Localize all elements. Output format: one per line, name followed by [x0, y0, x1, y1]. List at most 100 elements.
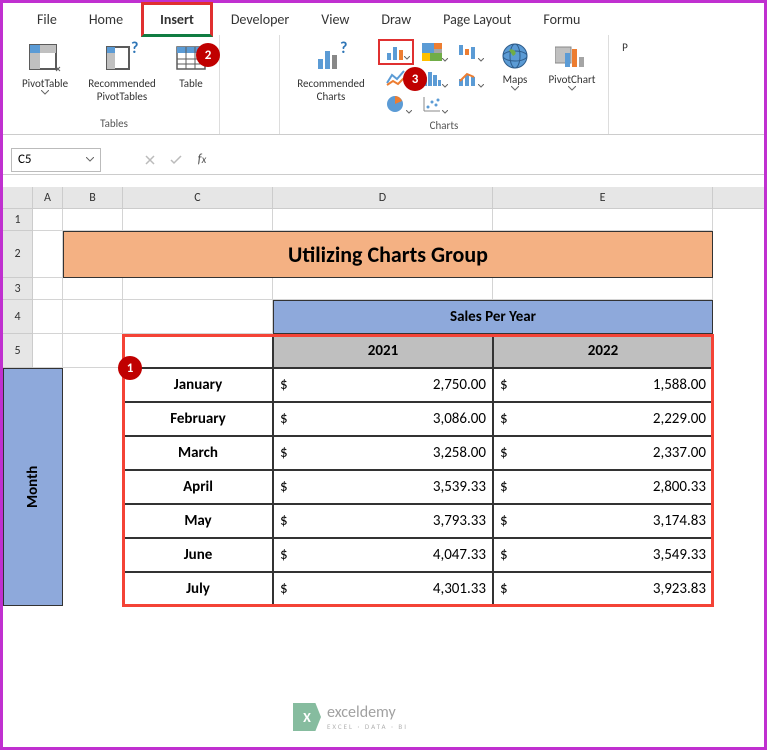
cell[interactable] [63, 278, 123, 300]
chevron-down-icon [86, 157, 94, 162]
cell[interactable] [63, 300, 123, 334]
insert-combo-chart-button[interactable] [450, 65, 486, 91]
cell[interactable] [33, 300, 63, 334]
month-cell[interactable]: February [123, 402, 273, 436]
cell[interactable] [123, 278, 273, 300]
formula-input[interactable] [215, 148, 764, 172]
value-cell[interactable]: $2,229.00 [493, 402, 713, 436]
col-header-A[interactable]: A [33, 187, 63, 208]
cell[interactable] [273, 209, 493, 231]
sales-header-cell[interactable]: Sales Per Year [273, 300, 713, 334]
value-cell[interactable]: $3,258.00 [273, 436, 493, 470]
value-cell[interactable]: $3,174.83 [493, 504, 713, 538]
tab-formulas[interactable]: Formu [527, 5, 596, 34]
insert-hierarchy-chart-button[interactable] [414, 39, 450, 65]
ribbon-group-charts-label: Charts [430, 117, 459, 134]
chevron-down-icon [511, 86, 519, 91]
cell[interactable] [33, 278, 63, 300]
watermark-name: exceldemy [327, 703, 408, 722]
cell[interactable] [123, 209, 273, 231]
cell[interactable] [63, 334, 123, 368]
recommended-charts-icon: ? [314, 41, 348, 75]
month-cell[interactable]: April [123, 470, 273, 504]
value-cell[interactable]: $2,800.33 [493, 470, 713, 504]
cell[interactable] [123, 300, 273, 334]
pivotchart-button[interactable]: PivotChart [542, 39, 602, 95]
insert-column-chart-button[interactable] [378, 39, 414, 65]
tab-view[interactable]: View [305, 5, 365, 34]
month-cell[interactable]: July [123, 572, 273, 606]
col-header-E[interactable]: E [493, 187, 713, 208]
tab-page-layout[interactable]: Page Layout [427, 5, 527, 34]
globe-icon [500, 41, 530, 71]
row-header-1[interactable]: 1 [3, 209, 33, 231]
ribbon-tabs: File Home Insert Developer View Draw Pag… [3, 3, 764, 35]
insert-pie-chart-button[interactable] [378, 91, 414, 117]
insert-waterfall-chart-button[interactable] [450, 39, 486, 65]
value-cell[interactable]: $3,539.33 [273, 470, 493, 504]
recommended-pivottables-label2: PivotTables [97, 90, 147, 103]
cell[interactable] [493, 209, 713, 231]
year-2021-header[interactable]: 2021 [273, 334, 493, 368]
scatter-chart-icon [422, 95, 442, 113]
maps-button[interactable]: Maps [490, 39, 540, 95]
chart-type-grid [378, 39, 488, 117]
month-cell[interactable]: March [123, 436, 273, 470]
tab-home[interactable]: Home [73, 5, 139, 34]
month-cell[interactable]: May [123, 504, 273, 538]
col-header-D[interactable]: D [273, 187, 493, 208]
cell[interactable] [33, 231, 63, 278]
cell[interactable] [493, 278, 713, 300]
month-cell[interactable]: January [123, 368, 273, 402]
name-box[interactable]: C5 [11, 148, 101, 172]
value-cell[interactable]: $4,301.33 [273, 572, 493, 606]
month-vertical-label[interactable]: Month [3, 368, 63, 606]
tab-developer[interactable]: Developer [215, 5, 305, 34]
value-cell[interactable]: $3,549.33 [493, 538, 713, 572]
col-header-C[interactable]: C [123, 187, 273, 208]
title-cell[interactable]: Utilizing Charts Group [63, 231, 713, 278]
tab-file[interactable]: File [21, 5, 73, 34]
recommended-charts-label2: Charts [317, 90, 346, 103]
pivotchart-icon [555, 41, 589, 71]
cancel-formula-button[interactable] [137, 148, 163, 172]
select-all-corner[interactable] [3, 187, 33, 208]
cell[interactable] [33, 334, 63, 368]
callout-badge-2: 2 [196, 43, 220, 67]
row-header-5[interactable]: 5 [3, 334, 33, 368]
insert-function-button[interactable]: fx [189, 148, 215, 172]
value-cell[interactable]: $3,793.33 [273, 504, 493, 538]
tab-insert[interactable]: Insert [141, 2, 213, 37]
month-cell[interactable]: June [123, 538, 273, 572]
row-header-4[interactable]: 4 [3, 300, 33, 334]
recommended-pivottables-button[interactable]: ? Recommended PivotTables [77, 39, 167, 105]
chevron-down-icon [442, 110, 448, 114]
recommended-charts-button[interactable]: ? Recommended Charts [286, 39, 376, 105]
recommended-pivottables-icon: ? [105, 41, 139, 75]
cell[interactable] [33, 209, 63, 231]
watermark: X exceldemy EXCEL · DATA · BI [293, 697, 453, 737]
cell[interactable] [273, 278, 493, 300]
pivottable-icon [28, 41, 62, 75]
col-header-B[interactable]: B [63, 187, 123, 208]
pivottable-button[interactable]: PivotTable [15, 39, 75, 99]
x-icon [145, 155, 155, 165]
row-header-2[interactable]: 2 [3, 231, 33, 278]
value-cell[interactable]: $1,588.00 [493, 368, 713, 402]
tours-partial[interactable]: P [615, 39, 635, 56]
value-cell[interactable]: $3,923.83 [493, 572, 713, 606]
insert-scatter-chart-button[interactable] [414, 91, 450, 117]
value-cell[interactable]: $4,047.33 [273, 538, 493, 572]
enter-formula-button[interactable] [163, 148, 189, 172]
tab-draw[interactable]: Draw [365, 5, 427, 34]
value-cell[interactable]: $3,086.00 [273, 402, 493, 436]
row-header-3[interactable]: 3 [3, 278, 33, 300]
value-cell[interactable]: $2,337.00 [493, 436, 713, 470]
pie-chart-icon [386, 95, 406, 113]
treemap-icon [422, 43, 442, 61]
cell[interactable] [63, 209, 123, 231]
year-2022-header[interactable]: 2022 [493, 334, 713, 368]
cell-C5[interactable] [123, 334, 273, 368]
svg-text:?: ? [340, 41, 347, 58]
value-cell[interactable]: $2,750.00 [273, 368, 493, 402]
